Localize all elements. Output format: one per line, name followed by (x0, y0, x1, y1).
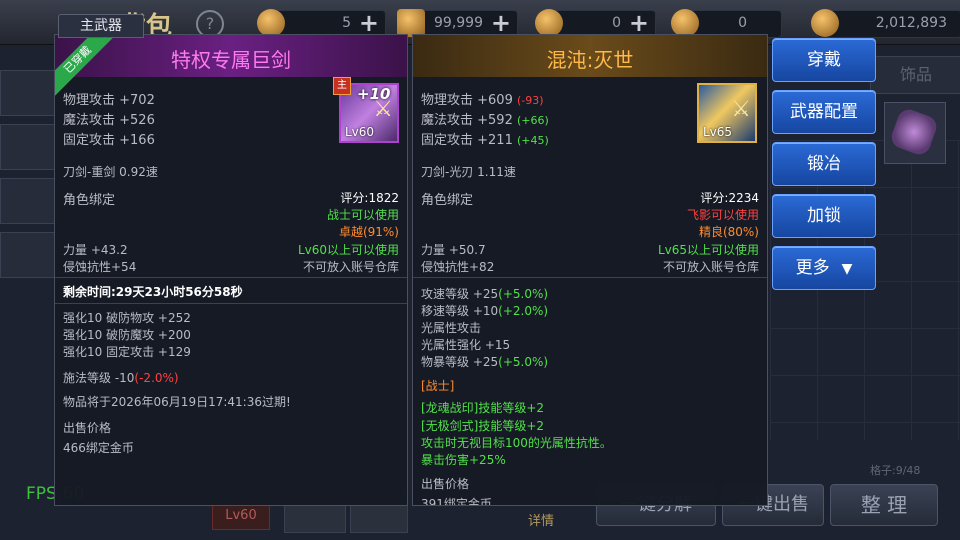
expire-notice: 物品将于2026年06月19日17:41:36过期! (63, 395, 291, 409)
class-requirement: 战士可以使用 (326, 208, 399, 222)
space-label: 格子:9/48 (870, 464, 921, 477)
time-remaining: 剩余时间:29天23小时56分58秒 (63, 285, 243, 299)
account-restriction: 不可放入账号仓库 (302, 260, 399, 274)
add-chest-button[interactable]: + (491, 9, 511, 37)
forge-button[interactable]: 锻冶 (772, 142, 876, 186)
more-label: 更多 (795, 258, 830, 278)
left-tab-1[interactable] (0, 70, 57, 116)
sword-icon: ⚔ (731, 97, 751, 122)
item-icon: 主 ⚔ +10 Lv60 (333, 77, 399, 143)
medal-icon (671, 9, 699, 37)
stat-delta: (-93) (516, 94, 544, 107)
chest-icon (397, 9, 425, 37)
item-header: 混沌:灭世 (413, 35, 767, 77)
skill-line: 暴击伤害+25% (421, 453, 506, 467)
stat-line: 魔法攻击 +526 (63, 113, 155, 128)
bonus-line: 攻速等级 +25(+5.0%) (421, 287, 549, 301)
divider (55, 277, 407, 278)
skill-line: [无极剑式]技能等级+2 (421, 419, 545, 433)
currency-gold: 2,012,893 (811, 9, 960, 38)
divider (55, 303, 407, 304)
equipped-item-panel: 特权专属巨剑 已穿戴 主 ⚔ +10 Lv60 物理攻击 +702 魔法攻击 +… (54, 34, 408, 506)
cast-level: 施法等级 -10(-2.0%) (63, 371, 179, 385)
main-weapon-tab: 主武器 (58, 14, 144, 38)
lock-button[interactable]: 加锁 (772, 194, 876, 238)
bind-type: 角色绑定 (421, 193, 474, 208)
ticket-icon (535, 9, 563, 37)
stat-delta: (+66) (516, 114, 549, 127)
sell-price-label: 出售价格 (63, 421, 112, 435)
account-restriction: 不可放入账号仓库 (662, 260, 759, 274)
sell-price-label: 出售价格 (421, 477, 470, 491)
add-coin-button[interactable]: + (359, 9, 379, 37)
compare-item-panel: 混沌:灭世 ⚔ Lv65 物理攻击 +609 (-93) 魔法攻击 +592 (… (412, 34, 768, 506)
level-requirement: Lv60以上可以使用 (297, 243, 399, 257)
weapon-type: 刀剑-光刃 1.11速 (421, 165, 516, 179)
detail-link[interactable]: 详情 (528, 510, 554, 529)
tab-accessories[interactable]: 饰品 (870, 56, 960, 94)
item-icon: ⚔ Lv65 (697, 83, 757, 143)
class-requirement: 飞影可以使用 (686, 208, 759, 222)
stat-line: 物理攻击 +702 (63, 93, 155, 108)
bg-level-tag: Lv60 (212, 502, 270, 530)
enhance-line: 强化10 破防物攻 +252 (63, 311, 191, 325)
sort-button[interactable]: 整 理 (830, 484, 938, 526)
item-score: 评分:1822 (340, 191, 399, 205)
divider (413, 277, 767, 278)
skill-line: [龙魂战印]技能等级+2 (421, 401, 545, 415)
enhance-level: +10 (357, 85, 391, 103)
bonus-line: 移速等级 +10(+2.0%) (421, 304, 549, 318)
more-button[interactable]: 更多 ▼ (772, 246, 876, 290)
coin-icon (257, 9, 285, 37)
attribute-line: 力量 +43.2 (63, 243, 128, 257)
item-quality: 卓越(91%) (338, 225, 399, 239)
enhance-line: 强化10 固定攻击 +129 (63, 345, 191, 359)
skill-line: 攻击时无视目标100的光属性抗性。 (421, 436, 612, 450)
item-score: 评分:2234 (700, 191, 759, 205)
attribute-line: 侵蚀抗性+82 (421, 260, 495, 274)
stat-delta: (+45) (516, 134, 549, 147)
attribute-line: 侵蚀抗性+54 (63, 260, 137, 274)
bonus-line: 光属性攻击 (421, 321, 482, 335)
left-tab-3[interactable] (0, 178, 57, 224)
item-name: 特权专属巨剑 (171, 48, 291, 72)
left-tab-4[interactable] (0, 232, 57, 278)
bonus-line: 光属性强化 +15 (421, 338, 511, 352)
stat-line: 魔法攻击 +592 (+66) (421, 113, 549, 128)
main-weapon-badge: 主 (333, 77, 351, 95)
bonus-line: 物暴等级 +25(+5.0%) (421, 355, 549, 369)
stat-line: 物理攻击 +609 (-93) (421, 93, 544, 108)
item-level: Lv65 (703, 125, 733, 139)
wear-button[interactable]: 穿戴 (772, 38, 876, 82)
stat-line: 固定攻击 +211 (+45) (421, 133, 549, 148)
left-tab-2[interactable] (0, 124, 57, 170)
item-quality: 精良(80%) (698, 225, 759, 239)
weapon-type: 刀剑-重剑 0.92速 (63, 165, 158, 179)
class-tag: [战士] (421, 379, 455, 393)
sell-price: 391绑定金币 (421, 497, 492, 506)
bind-type: 角色绑定 (63, 193, 116, 208)
gold-icon (811, 9, 839, 37)
triangle-down-icon: ▼ (841, 261, 853, 277)
level-requirement: Lv65以上可以使用 (657, 243, 759, 257)
attribute-line: 力量 +50.7 (421, 243, 486, 257)
stat-line: 固定攻击 +166 (63, 133, 155, 148)
enhance-line: 强化10 破防魔攻 +200 (63, 328, 191, 342)
add-ticket-button[interactable]: + (629, 9, 649, 37)
item-name: 混沌:灭世 (546, 48, 634, 72)
weapon-config-button[interactable]: 武器配置 (772, 90, 876, 134)
item-level: Lv60 (345, 125, 375, 139)
sell-price: 466绑定金币 (63, 441, 134, 455)
